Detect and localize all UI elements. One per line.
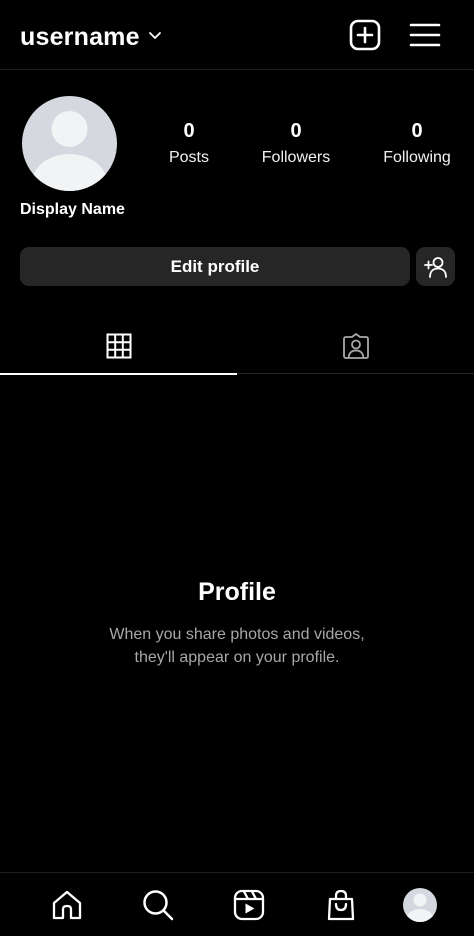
- default-avatar-icon: [406, 893, 434, 922]
- discover-people-button[interactable]: [416, 247, 455, 286]
- nav-search[interactable]: [138, 885, 178, 925]
- active-tab-indicator: [0, 373, 237, 375]
- stat-following-label: Following: [383, 149, 451, 166]
- default-avatar-icon: [31, 111, 108, 191]
- empty-state-message: When you share photos and videos, they'l…: [0, 623, 474, 669]
- menu-icon[interactable]: [408, 18, 442, 52]
- add-person-icon: [423, 256, 447, 278]
- empty-state-title: Profile: [198, 578, 276, 606]
- username-label: username: [20, 22, 140, 51]
- nav-reels[interactable]: [229, 885, 269, 925]
- stat-followers-label: Followers: [261, 149, 331, 166]
- tab-tagged[interactable]: [237, 318, 474, 374]
- tagged-icon: [342, 333, 369, 359]
- top-bar: username: [0, 0, 474, 70]
- bottom-nav: [0, 872, 474, 936]
- nav-home[interactable]: [47, 885, 87, 925]
- nav-shop[interactable]: [321, 885, 361, 925]
- stat-posts-label: Posts: [168, 149, 209, 166]
- stat-posts[interactable]: 0 Posts: [134, 118, 244, 167]
- create-plus-icon[interactable]: [348, 18, 382, 52]
- stat-followers[interactable]: 0 Followers: [241, 118, 351, 167]
- stat-followers-value: 0: [290, 120, 302, 142]
- empty-state-line-2: they'll appear on your profile.: [134, 649, 340, 666]
- profile-avatar-small: [403, 888, 437, 922]
- reels-icon: [233, 889, 265, 921]
- tab-posts-grid[interactable]: [0, 318, 237, 374]
- search-icon: [143, 890, 174, 921]
- display-name: Display Name: [20, 201, 125, 218]
- stat-following[interactable]: 0 Following: [362, 118, 472, 167]
- chevron-down-icon: [148, 28, 162, 46]
- shop-icon: [327, 889, 355, 921]
- empty-state-line-1: When you share photos and videos,: [109, 626, 365, 643]
- profile-avatar[interactable]: [22, 96, 117, 191]
- stat-posts-value: 0: [183, 120, 195, 142]
- nav-profile[interactable]: [400, 885, 440, 925]
- edit-profile-button[interactable]: Edit profile: [20, 247, 410, 286]
- stat-following-value: 0: [411, 120, 423, 142]
- account-switcher[interactable]: username: [20, 20, 162, 54]
- grid-icon: [106, 333, 131, 359]
- home-icon: [52, 890, 82, 920]
